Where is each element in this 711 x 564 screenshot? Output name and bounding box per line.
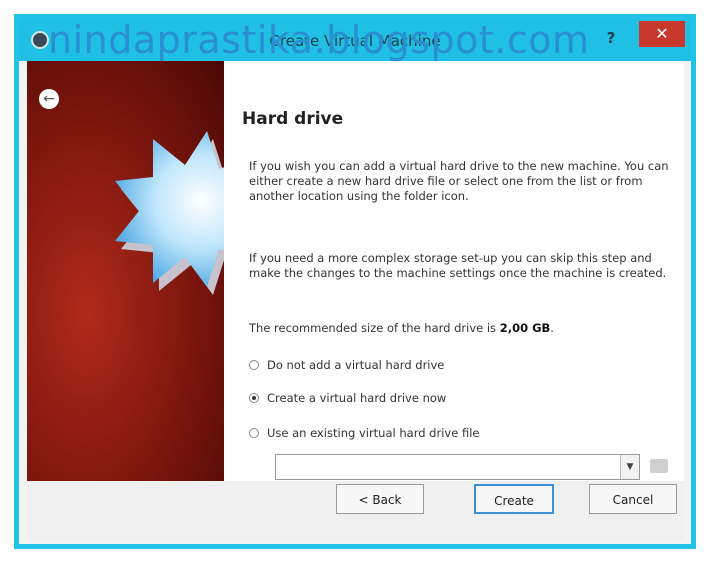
starburst-illustration xyxy=(115,131,224,295)
description-paragraph-1: If you wish you can add a virtual hard d… xyxy=(249,159,669,203)
radio-label: Create a virtual hard drive now xyxy=(267,391,447,405)
back-button[interactable]: < Back xyxy=(336,484,424,514)
watermark-text: nindaprastika.blogspot.com xyxy=(48,18,590,62)
page-heading: Hard drive xyxy=(242,109,344,129)
radio-create-hard-drive[interactable]: Create a virtual hard drive now xyxy=(249,391,446,405)
radio-use-existing-file[interactable]: Use an existing virtual hard drive file xyxy=(249,426,479,440)
radio-button[interactable] xyxy=(249,428,259,438)
radio-button-selected[interactable] xyxy=(249,393,259,403)
radio-label: Use an existing virtual hard drive file xyxy=(267,426,480,440)
radio-label: Do not add a virtual hard drive xyxy=(267,358,445,372)
radio-no-hard-drive[interactable]: Do not add a virtual hard drive xyxy=(249,358,444,372)
recommended-size-text: The recommended size of the hard drive i… xyxy=(249,321,669,336)
existing-file-combobox[interactable]: ▼ xyxy=(275,454,640,480)
help-button[interactable]: ? xyxy=(601,27,621,49)
cancel-button[interactable]: Cancel xyxy=(589,484,677,514)
recommended-size-value: 2,00 GB xyxy=(499,321,551,335)
radio-button[interactable] xyxy=(249,360,259,370)
back-arrow-icon[interactable]: ← xyxy=(39,89,59,109)
description-paragraph-2: If you need a more complex storage set-u… xyxy=(249,251,667,280)
wizard-content: ← Hard drive If you wish you can add a v… xyxy=(27,61,684,481)
folder-icon[interactable] xyxy=(650,459,668,473)
dialog-window: Create Virtual Machine ? ✕ ← Hard drive … xyxy=(14,14,696,549)
create-button[interactable]: Create xyxy=(474,484,554,514)
wizard-sidebar-image: ← xyxy=(27,61,224,481)
chevron-down-icon[interactable]: ▼ xyxy=(620,455,639,479)
recommended-prefix: The recommended size of the hard drive i… xyxy=(249,321,500,335)
recommended-suffix: . xyxy=(550,321,554,335)
close-button[interactable]: ✕ xyxy=(639,21,685,47)
